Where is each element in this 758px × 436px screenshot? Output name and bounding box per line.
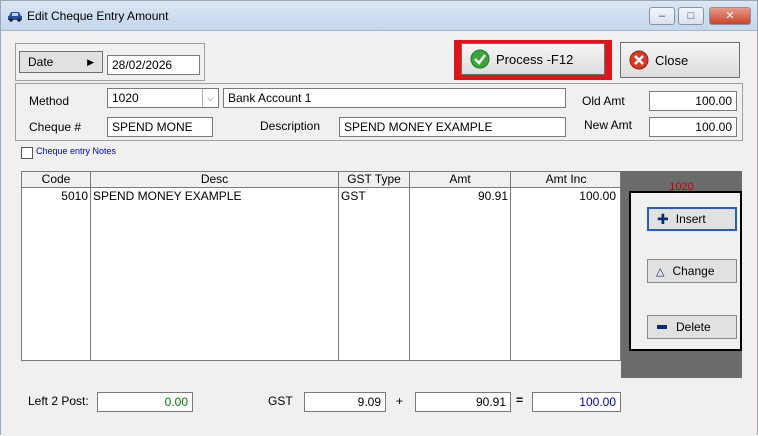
- header-gst-type[interactable]: GST Type: [339, 172, 410, 188]
- row-amt: 90.91: [477, 189, 508, 203]
- row-gst-type: GST: [341, 189, 366, 203]
- process-button[interactable]: Process -F12: [461, 43, 605, 75]
- header-desc[interactable]: Desc: [91, 172, 339, 188]
- description-label: Description: [260, 119, 321, 133]
- gst-label: GST: [268, 394, 293, 408]
- car-icon: [8, 12, 22, 22]
- cheque-label: Cheque #: [29, 120, 82, 134]
- insert-button[interactable]: ✚ Insert: [647, 207, 737, 231]
- notes-checkbox[interactable]: [21, 147, 33, 159]
- minimize-button[interactable]: –: [649, 7, 675, 25]
- maximize-icon: □: [687, 10, 695, 22]
- cheque-field[interactable]: SPEND MONE: [107, 117, 213, 137]
- method-label: Method: [29, 94, 70, 108]
- date-button-label: Date: [28, 55, 54, 69]
- gst-field[interactable]: 9.09: [304, 392, 386, 412]
- equals-sign: =: [516, 393, 524, 407]
- new-amt-label: New Amt: [584, 118, 633, 132]
- new-amt-field[interactable]: 100.00: [649, 117, 737, 137]
- side-action-box: ✚ Insert △ Change Delete: [629, 191, 742, 351]
- minimize-icon: –: [658, 10, 666, 22]
- triangle-right-icon: ▶: [87, 56, 94, 67]
- close-circle-icon: [629, 50, 649, 70]
- description-field[interactable]: SPEND MONEY EXAMPLE: [339, 117, 566, 137]
- plus-icon: ✚: [657, 210, 669, 227]
- header-code[interactable]: Code: [22, 172, 91, 188]
- minus-icon: [657, 325, 667, 329]
- window-close-button[interactable]: ✕: [709, 7, 751, 25]
- edit-cheque-window: Edit Cheque Entry Amount – □ ✕ Date ▶ 28…: [0, 0, 758, 436]
- old-amt-field[interactable]: 100.00: [649, 91, 737, 111]
- window-title: Edit Cheque Entry Amount: [27, 9, 169, 23]
- process-button-label: Process -F12: [496, 51, 574, 67]
- maximize-button[interactable]: □: [678, 7, 704, 25]
- left2post-field[interactable]: 0.00: [97, 392, 193, 412]
- method-select[interactable]: 1020 ⌵: [107, 88, 219, 108]
- triangle-up-icon: △: [656, 265, 665, 278]
- left2post-label: Left 2 Post:: [28, 394, 89, 408]
- checkmark-icon: [470, 49, 490, 69]
- notes-checkbox-label[interactable]: Cheque entry Notes: [36, 146, 116, 156]
- close-button[interactable]: Close: [620, 42, 740, 78]
- title-bar: Edit Cheque Entry Amount – □ ✕: [1, 1, 757, 31]
- net-field[interactable]: 90.91: [415, 392, 511, 412]
- old-amt-label: Old Amt: [582, 94, 625, 108]
- chevron-down-icon: ⌵: [202, 89, 218, 107]
- close-button-label: Close: [655, 52, 689, 68]
- insert-button-label: Insert: [675, 212, 706, 226]
- delete-button[interactable]: Delete: [647, 315, 737, 339]
- date-field[interactable]: 28/02/2026: [107, 55, 200, 75]
- totals-bar: Left 2 Post: 0.00 GST 9.09 + 90.91 = 100…: [1, 379, 757, 436]
- row-amt-inc: 100.00: [579, 189, 616, 203]
- header-amt-inc[interactable]: Amt Inc: [511, 172, 620, 188]
- row-code: 5010: [61, 189, 88, 203]
- close-icon: ✕: [725, 10, 735, 22]
- row-desc: SPEND MONEY EXAMPLE: [93, 189, 242, 203]
- total-field[interactable]: 100.00: [532, 392, 621, 412]
- change-button-label: Change: [672, 264, 715, 278]
- header-amt[interactable]: Amt: [410, 172, 511, 188]
- delete-button-label: Delete: [676, 320, 711, 334]
- date-button[interactable]: Date ▶: [19, 51, 103, 73]
- entries-grid[interactable]: Code Desc GST Type Amt Amt Inc 5010 SPEN…: [21, 171, 621, 361]
- plus-sign: +: [396, 394, 404, 408]
- bank-account-field[interactable]: Bank Account 1: [223, 88, 566, 108]
- change-button[interactable]: △ Change: [647, 259, 737, 283]
- method-value: 1020: [112, 91, 139, 105]
